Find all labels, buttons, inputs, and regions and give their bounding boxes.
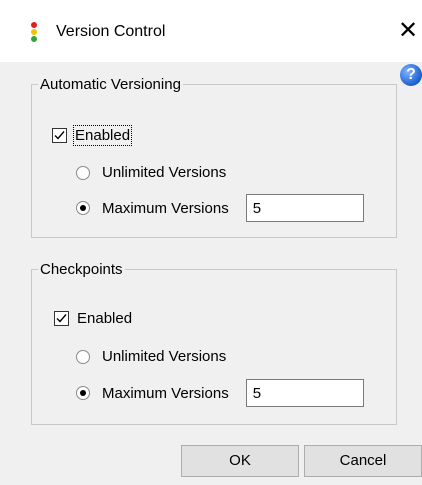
- window-title: Version Control: [56, 23, 166, 40]
- automatic-enabled-label: Enabled: [72, 125, 133, 146]
- radio-button[interactable]: [76, 165, 90, 180]
- title-bar: Version Control ✕: [0, 0, 422, 62]
- automatic-unlimited-radio[interactable]: Unlimited Versions: [76, 164, 226, 181]
- checkpoints-maximum-radio[interactable]: Maximum Versions: [76, 379, 364, 407]
- automatic-maximum-input[interactable]: [245, 194, 364, 222]
- checkpoints-maximum-label: Maximum Versions: [102, 384, 229, 402]
- close-icon: ✕: [397, 17, 419, 44]
- radio-button[interactable]: [76, 386, 90, 400]
- automatic-maximum-label: Maximum Versions: [102, 199, 229, 217]
- automatic-enabled-checkbox[interactable]: Enabled: [52, 125, 133, 146]
- help-icon[interactable]: ?: [400, 64, 422, 86]
- automatic-versioning-group: Automatic Versioning Enabled Unlimited V…: [31, 76, 397, 238]
- checkpoints-enabled-checkbox[interactable]: Enabled: [54, 310, 132, 327]
- radio-button[interactable]: [76, 349, 90, 364]
- ok-button[interactable]: OK: [181, 445, 299, 477]
- radio-button[interactable]: [76, 201, 90, 215]
- checkpoints-unlimited-label: Unlimited Versions: [102, 348, 227, 365]
- checkpoints-group: Checkpoints Enabled Unlimited Versions M…: [31, 261, 397, 425]
- cancel-button[interactable]: Cancel: [304, 445, 422, 477]
- checkpoints-maximum-input[interactable]: [245, 379, 364, 407]
- checkbox-box[interactable]: [52, 128, 67, 143]
- checkbox-box[interactable]: [54, 311, 69, 326]
- checkpoints-enabled-label: Enabled: [77, 310, 133, 327]
- close-button[interactable]: ✕: [394, 14, 422, 48]
- traffic-light-icon: [30, 22, 38, 44]
- automatic-maximum-radio[interactable]: Maximum Versions: [76, 194, 364, 222]
- checkpoints-unlimited-radio[interactable]: Unlimited Versions: [76, 348, 226, 365]
- automatic-unlimited-label: Unlimited Versions: [102, 164, 227, 181]
- checkpoints-legend: Checkpoints: [40, 261, 123, 278]
- automatic-versioning-legend: Automatic Versioning: [40, 76, 181, 93]
